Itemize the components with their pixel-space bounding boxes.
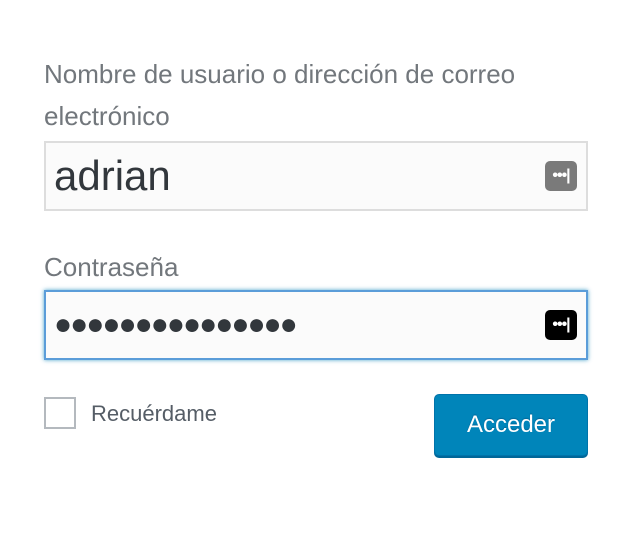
submit-button[interactable]: Acceder <box>434 394 588 456</box>
password-manager-icon[interactable]: •••| <box>545 310 577 340</box>
password-manager-icon[interactable]: •••| <box>545 161 577 191</box>
login-form: Nombre de usuario o dirección de correo … <box>0 0 636 542</box>
username-field[interactable]: adrian •••| <box>44 141 588 211</box>
password-label: Contraseña <box>44 252 179 282</box>
password-mask: ●●●●●●●●●●●●●●● <box>54 308 298 341</box>
password-field[interactable]: ●●●●●●●●●●●●●●● •••| <box>44 290 588 360</box>
username-label: Nombre de usuario o dirección de correo … <box>44 59 516 131</box>
username-value: adrian <box>54 152 171 199</box>
remember-label[interactable]: Recuérdame <box>91 398 217 430</box>
remember-checkbox[interactable] <box>44 397 76 429</box>
